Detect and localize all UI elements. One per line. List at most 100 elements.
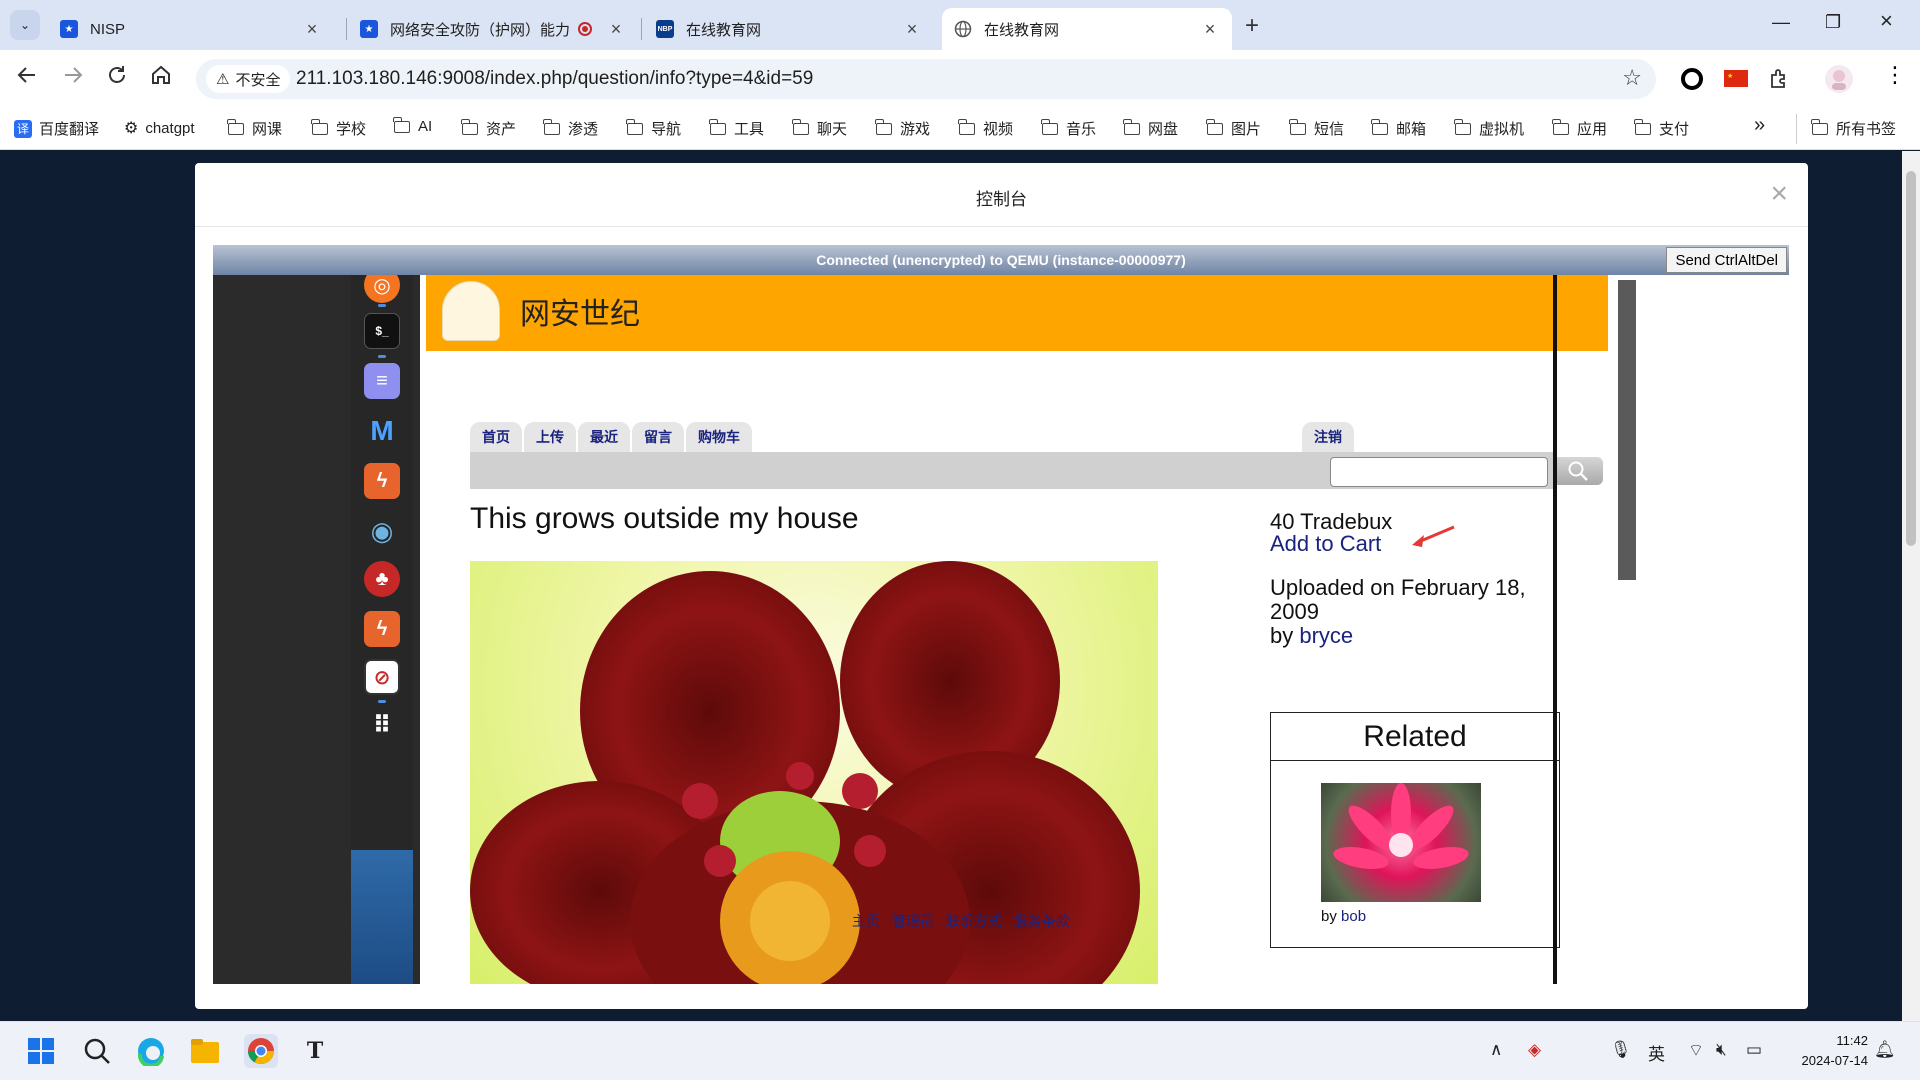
extension-circle-icon[interactable]: [1680, 67, 1704, 96]
address-bar[interactable]: ⚠ 不安全 211.103.180.146:9008/index.php/que…: [196, 59, 1656, 99]
cherrytree-icon[interactable]: ♣: [364, 561, 400, 597]
screen-blocker-icon[interactable]: ⊘: [364, 659, 400, 695]
all-bookmarks-button[interactable]: 所有书签: [1811, 118, 1896, 139]
bookmark-folder[interactable]: 导航: [626, 118, 681, 139]
vnc-screen[interactable]: ◎ $_ ≡ M ϟ ◉ ♣ ϟ ⊘ ⠿ 网安世纪 首页 上传 最近 留言 购物…: [213, 275, 1789, 984]
typora-icon[interactable]: T: [298, 1034, 332, 1068]
minimize-button[interactable]: —: [1772, 12, 1790, 33]
bookmark-folder[interactable]: 聊天: [792, 118, 847, 139]
profile-avatar[interactable]: [1824, 64, 1854, 99]
bookmark-folder[interactable]: 网盘: [1123, 118, 1178, 139]
bookmark-folder[interactable]: 支付: [1634, 118, 1689, 139]
reload-button[interactable]: [106, 64, 128, 92]
nav-tab-home[interactable]: 首页: [470, 422, 522, 452]
folder-icon: [1552, 118, 1569, 135]
clock[interactable]: 11:42 2024-07-14: [1802, 1031, 1869, 1071]
new-tab-button[interactable]: +: [1245, 12, 1259, 40]
edge-icon[interactable]: [134, 1034, 168, 1068]
text-editor-icon[interactable]: ≡: [364, 363, 400, 399]
bookmark-folder[interactable]: 虚拟机: [1454, 118, 1524, 139]
close-tab-icon[interactable]: ×: [606, 19, 626, 40]
uploader-link[interactable]: bryce: [1299, 623, 1353, 648]
metasploit-icon[interactable]: M: [364, 413, 400, 449]
close-tab-icon[interactable]: ×: [302, 19, 322, 40]
search-input[interactable]: [1330, 457, 1548, 487]
search-icon[interactable]: [80, 1034, 114, 1068]
bookmark-folder[interactable]: 视频: [958, 118, 1013, 139]
send-ctrlaltdel-button[interactable]: Send CtrlAltDel: [1666, 247, 1787, 273]
bookmark-folder[interactable]: 邮箱: [1371, 118, 1426, 139]
bookmark-folder[interactable]: 音乐: [1041, 118, 1096, 139]
terminal-icon[interactable]: $_: [364, 313, 400, 349]
chrome-menu-icon[interactable]: ⋮: [1884, 62, 1906, 88]
folder-icon: [1289, 118, 1306, 135]
wifi-icon[interactable]: ⌔: [1688, 1040, 1704, 1061]
microphone-icon[interactable]: 🎙︎: [1610, 1040, 1632, 1060]
battery-icon[interactable]: ▭: [1746, 1040, 1762, 1060]
back-button[interactable]: [16, 64, 38, 92]
restore-button[interactable]: ❐: [1825, 12, 1841, 33]
footer-link-terms[interactable]: 服务条款: [1014, 913, 1070, 929]
bookmark-folder[interactable]: 工具: [709, 118, 764, 139]
notification-bell-icon[interactable]: 🔔︎: [1874, 1040, 1896, 1060]
footer-link-contact[interactable]: 联系方式: [946, 913, 1002, 929]
tray-overflow-icon[interactable]: ∧: [1490, 1040, 1502, 1060]
tab-online-education[interactable]: NBP 在线教育网 ×: [644, 8, 934, 50]
speaker-muted-icon[interactable]: 🔇︎: [1716, 1040, 1727, 1060]
tab-nisp[interactable]: ★ NISP ×: [48, 8, 334, 50]
tab-online-education-active[interactable]: 在线教育网 ×: [942, 8, 1232, 50]
chrome-icon[interactable]: [244, 1034, 278, 1068]
bookmark-folder[interactable]: 图片: [1206, 118, 1261, 139]
nav-tab-upload[interactable]: 上传: [524, 422, 576, 452]
nav-tab-logout[interactable]: 注销: [1302, 422, 1354, 452]
file-explorer-icon[interactable]: [188, 1034, 222, 1068]
app-grid-icon[interactable]: ⠿: [364, 707, 400, 743]
close-window-button[interactable]: ×: [1880, 8, 1893, 34]
ime-indicator[interactable]: 英: [1648, 1040, 1665, 1065]
bookmark-folder[interactable]: 网课: [227, 118, 282, 139]
tab-search-button[interactable]: ⌄: [10, 10, 40, 40]
bookmark-chatgpt[interactable]: ⚙ chatgpt: [124, 118, 195, 138]
bookmark-folder[interactable]: 学校: [311, 118, 366, 139]
bookmark-folder[interactable]: 短信: [1289, 118, 1344, 139]
url-text[interactable]: 211.103.180.146:9008/index.php/question/…: [296, 68, 813, 90]
related-thumbnail[interactable]: [1321, 783, 1481, 902]
burpsuite-icon[interactable]: ϟ: [364, 463, 400, 499]
china-flag-icon[interactable]: ★: [1724, 70, 1748, 92]
scrollbar-thumb[interactable]: [1906, 171, 1916, 546]
nav-tab-guestbook[interactable]: 留言: [632, 422, 684, 452]
page-scrollbar[interactable]: [1902, 151, 1920, 1021]
desktop-wallpaper: [351, 850, 413, 984]
nav-tab-cart[interactable]: 购物车: [686, 422, 752, 452]
footer-link-admin[interactable]: 管理员: [892, 913, 934, 929]
extensions-puzzle-icon[interactable]: [1768, 67, 1792, 96]
modal-close-icon[interactable]: ×: [1770, 177, 1788, 211]
guest-side-strip: [1618, 280, 1636, 580]
windows-start-icon[interactable]: [24, 1034, 58, 1068]
firefox-icon[interactable]: ◎: [364, 275, 400, 303]
bookmarks-overflow-button[interactable]: »: [1754, 114, 1765, 137]
bookmark-folder[interactable]: AI: [393, 116, 432, 135]
eye-icon[interactable]: ◉: [364, 513, 400, 549]
bookmark-folder[interactable]: 渗透: [543, 118, 598, 139]
bookmark-star-icon[interactable]: ☆: [1622, 65, 1642, 91]
close-tab-icon[interactable]: ×: [1200, 19, 1220, 40]
bookmark-folder[interactable]: 应用: [1552, 118, 1607, 139]
qq-icon[interactable]: ◈: [1528, 1040, 1541, 1060]
burpsuite-alt-icon[interactable]: ϟ: [364, 611, 400, 647]
bookmark-baidu-translate[interactable]: 译 百度翻译: [14, 118, 99, 139]
bookmark-folder[interactable]: 资产: [461, 118, 517, 139]
add-to-cart-link[interactable]: Add to Cart: [1270, 531, 1381, 557]
bookmark-folder[interactable]: 游戏: [875, 118, 930, 139]
close-tab-icon[interactable]: ×: [902, 19, 922, 40]
home-button[interactable]: [150, 64, 172, 92]
forward-button[interactable]: [62, 64, 84, 92]
footer-link-home[interactable]: 主页: [852, 913, 880, 929]
upload-info: Uploaded on February 18, 2009 by bryce: [1270, 576, 1560, 648]
tab-network-security[interactable]: ★ 网络安全攻防（护网）能力 ×: [348, 8, 638, 50]
search-button[interactable]: [1553, 457, 1603, 485]
security-chip[interactable]: ⚠ 不安全: [206, 65, 291, 93]
related-user-link[interactable]: bob: [1341, 908, 1366, 925]
nav-tab-recent[interactable]: 最近: [578, 422, 630, 452]
bookmark-label: 资产: [486, 121, 517, 138]
